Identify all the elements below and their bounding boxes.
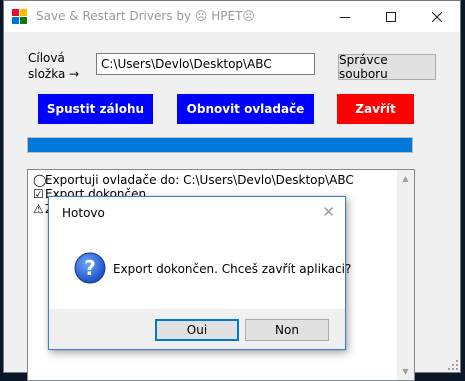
target-label-line1: Cílová [28,51,65,65]
no-button[interactable]: Non [245,319,329,341]
log-symbol: ◯ [33,173,47,187]
close-window-button[interactable] [414,1,460,32]
dialog-title: Hotovo [62,206,105,220]
dialog-close-icon[interactable]: ✕ [322,203,335,221]
minimize-icon [340,16,350,18]
start-backup-button[interactable]: Spustit zálohu [38,94,153,124]
app-icon [12,9,28,25]
log-text: Exportuji ovladače do: C:\Users\Devlo\De… [45,173,354,187]
scroll-up-icon[interactable]: ▲ [397,170,414,187]
yes-button[interactable]: Oui [155,319,239,341]
title-bar[interactable]: Save & Restart Drivers by ☹ HPET☹ [4,1,460,32]
target-path-input[interactable] [96,53,315,75]
close-app-button[interactable]: Zavřít [337,94,414,124]
progress-bar [27,137,413,153]
restore-drivers-button[interactable]: Obnovit ovladače [177,94,314,124]
file-manager-button[interactable]: Správce souboru [338,53,436,81]
dialog-footer: Oui Non [49,309,345,349]
dialog-message: Export dokončen. Chceš zavřít aplikaci? [113,262,352,276]
question-icon: ? [74,252,106,284]
maximize-button[interactable] [368,1,414,32]
progress-fill [28,138,412,152]
scroll-down-icon[interactable]: ▼ [397,363,414,380]
svg-text:?: ? [84,256,96,280]
window-title: Save & Restart Drivers by ☹ HPET☹ [36,9,255,23]
log-symbol: ☑ [33,187,44,201]
resize-grip-icon[interactable] [448,360,458,370]
log-line: ◯Exportuji ovladače do: C:\Users\Devlo\D… [33,173,354,187]
log-scrollbar[interactable]: ▲ ▼ [397,170,414,380]
log-symbol: ⚠ [33,202,44,216]
maximize-icon [386,11,396,22]
minimize-button[interactable] [322,1,368,32]
target-label-line2: složka → [28,67,80,81]
target-folder-label: Cílová složka → [28,50,79,82]
close-icon [432,11,442,22]
confirm-dialog: Hotovo ✕ ? Export dokončen. Chceš zavřít… [48,196,351,350]
